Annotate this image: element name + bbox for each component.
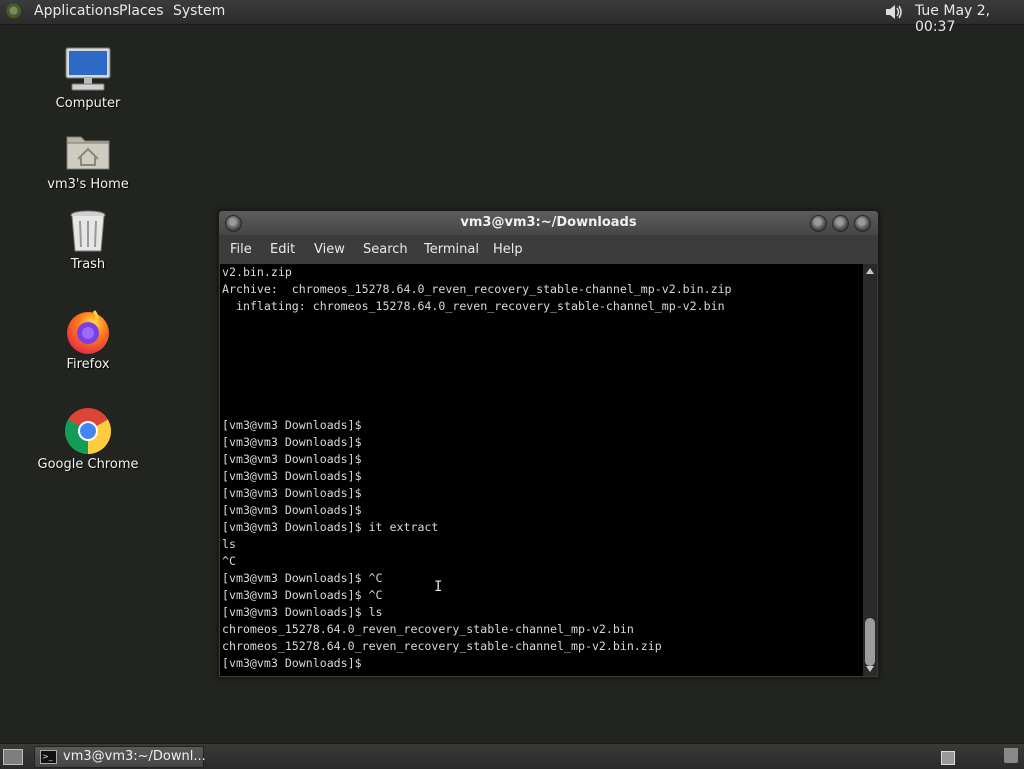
terminal-line: [vm3@vm3 Downloads]$ — [222, 418, 362, 432]
terminal-line: [vm3@vm3 Downloads]$ — [222, 486, 362, 500]
terminal-line: inflating: chromeos_15278.64.0_reven_rec… — [222, 299, 725, 313]
distro-logo-icon[interactable] — [6, 3, 23, 20]
desktop-icon-computer[interactable]: Computer — [33, 46, 143, 111]
terminal-line: [vm3@vm3 Downloads]$ — [222, 469, 362, 483]
text-cursor-icon: I — [434, 579, 443, 595]
desktop-icon-firefox[interactable]: Firefox — [33, 307, 143, 372]
terminal-line: chromeos_15278.64.0_reven_recovery_stabl… — [222, 639, 662, 653]
menu-places[interactable]: Places — [119, 3, 164, 19]
menu-help[interactable]: Help — [493, 242, 523, 257]
menu-view[interactable]: View — [314, 242, 345, 257]
terminal-line: ^C — [222, 554, 236, 568]
terminal-window[interactable]: vm3@vm3:~/Downloads File Edit View Searc… — [218, 210, 879, 678]
terminal-line: [vm3@vm3 Downloads]$ — [222, 452, 362, 466]
close-button[interactable] — [854, 215, 871, 232]
home-folder-icon — [64, 127, 112, 175]
taskbar-terminal-button[interactable]: >_ vm3@vm3:~/Downl... — [34, 746, 206, 768]
terminal-line: Archive: chromeos_15278.64.0_reven_recov… — [222, 282, 732, 296]
desktop-icon-home[interactable]: vm3's Home — [33, 127, 143, 192]
scroll-thumb[interactable] — [865, 618, 875, 666]
menu-edit[interactable]: Edit — [270, 242, 295, 257]
terminal-menubar: File Edit View Search Terminal Help — [219, 235, 878, 263]
menu-applications[interactable]: Applications — [34, 3, 120, 19]
terminal-line: [vm3@vm3 Downloads]$ it extract — [222, 520, 439, 534]
chrome-icon — [64, 407, 112, 455]
terminal-line: [vm3@vm3 Downloads]$ ^C — [222, 571, 383, 585]
desktop-icon-trash[interactable]: Trash — [33, 207, 143, 272]
clock[interactable]: Tue May 2, 00:37 — [915, 3, 1024, 35]
terminal-line: [vm3@vm3 Downloads]$ ^C — [222, 588, 383, 602]
terminal-output[interactable]: v2.bin.zip Archive: chromeos_15278.64.0_r… — [220, 264, 863, 676]
menu-file[interactable]: File — [230, 242, 252, 257]
trash-icon — [64, 207, 112, 255]
terminal-line: [vm3@vm3 Downloads]$ — [222, 435, 362, 449]
top-panel: Applications Places System Tue May 2, 00… — [0, 0, 1024, 35]
taskbar-label: vm3@vm3:~/Downl... — [63, 749, 206, 764]
menu-search[interactable]: Search — [363, 242, 408, 257]
window-title: vm3@vm3:~/Downloads — [460, 215, 637, 230]
menu-system[interactable]: System — [173, 3, 225, 19]
minimize-button[interactable] — [810, 215, 827, 232]
terminal-lines: v2.bin.zip Archive: chromeos_15278.64.0_r… — [222, 264, 732, 672]
window-titlebar[interactable]: vm3@vm3:~/Downloads — [219, 211, 878, 235]
trash-icon[interactable] — [1004, 748, 1018, 763]
desktop-icon-chrome[interactable]: Google Chrome — [33, 407, 143, 472]
desktop-icon-label: Firefox — [66, 357, 110, 372]
firefox-icon — [64, 307, 112, 355]
desktop-icon-label: Computer — [55, 96, 121, 111]
bottom-panel: >_ vm3@vm3:~/Downl... — [0, 743, 1024, 769]
terminal-line: [vm3@vm3 Downloads]$ ls — [222, 605, 383, 619]
desktop-icon-label: vm3's Home — [47, 177, 129, 192]
menu-terminal[interactable]: Terminal — [424, 242, 479, 257]
computer-icon — [64, 46, 112, 94]
speaker-icon[interactable] — [884, 2, 904, 22]
maximize-button[interactable] — [832, 215, 849, 232]
desktop-icon-label: Google Chrome — [37, 457, 139, 472]
terminal-line: [vm3@vm3 Downloads]$ — [222, 656, 362, 670]
desktop-icon-label: Trash — [70, 257, 106, 272]
scroll-up-arrow-icon[interactable] — [866, 268, 874, 274]
terminal-line: ls — [222, 537, 236, 551]
terminal-line: [vm3@vm3 Downloads]$ — [222, 503, 362, 517]
terminal-line: chromeos_15278.64.0_reven_recovery_stabl… — [222, 622, 634, 636]
show-desktop-icon[interactable] — [3, 749, 23, 765]
workspace-switcher[interactable] — [941, 751, 955, 765]
terminal-scrollbar[interactable] — [863, 264, 877, 676]
scroll-down-arrow-icon[interactable] — [866, 666, 874, 672]
terminal-icon: >_ — [40, 750, 57, 764]
terminal-line: v2.bin.zip — [222, 265, 292, 279]
